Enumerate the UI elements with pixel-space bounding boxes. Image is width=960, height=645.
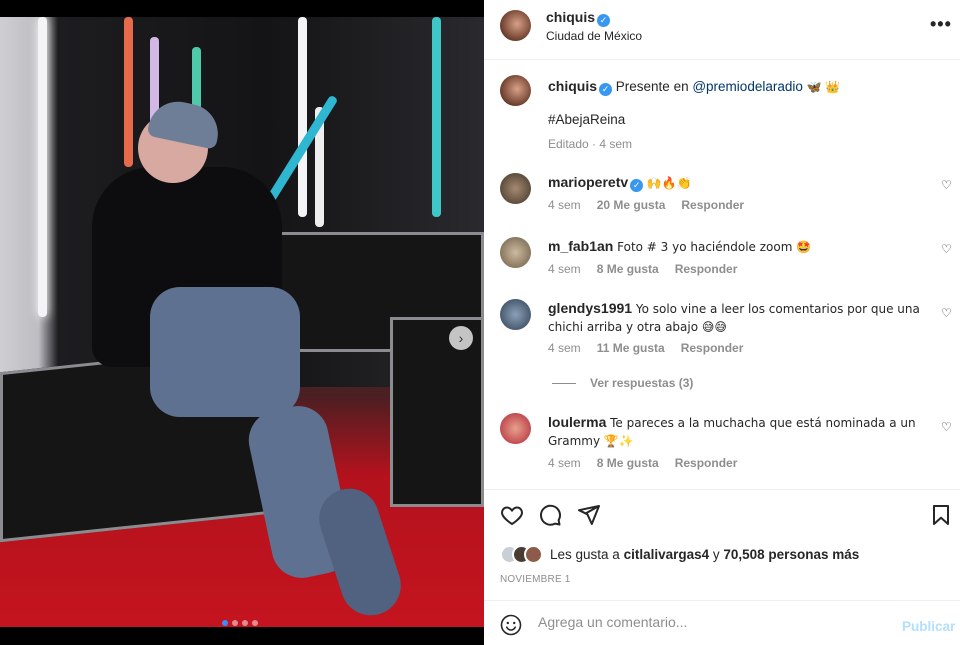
- author-avatar[interactable]: [500, 10, 531, 41]
- like-comment-heart-icon[interactable]: ♡: [941, 420, 952, 434]
- liker-avatar: [524, 545, 543, 564]
- reply-button[interactable]: Responder: [681, 341, 744, 355]
- next-slide-button[interactable]: ›: [449, 326, 473, 350]
- verified-badge-icon: ✓: [597, 14, 611, 27]
- bookmark-icon[interactable]: [930, 503, 952, 527]
- carousel-dot: [222, 620, 228, 626]
- comment-body: 🙌🔥👏: [646, 176, 692, 190]
- view-replies-label[interactable]: Ver respuestas (3): [590, 376, 693, 390]
- comment-composer: Publicar: [484, 600, 960, 645]
- post-header: chiquis ✓ Ciudad de México •••: [484, 0, 960, 60]
- comment-likes[interactable]: 8 Me gusta: [597, 456, 659, 470]
- light-tube: [38, 17, 47, 317]
- likes-count[interactable]: 70,508 personas más: [723, 547, 859, 562]
- share-paper-plane-icon[interactable]: [577, 503, 601, 527]
- jeans: [150, 287, 300, 417]
- author-avatar[interactable]: [500, 75, 531, 106]
- post-date[interactable]: NOVIEMBRE 1: [500, 574, 571, 585]
- commenter-avatar[interactable]: [500, 173, 531, 204]
- replies-line: [552, 383, 576, 385]
- light-tube: [298, 17, 307, 217]
- comment-meta: 4 sem 8 Me gusta Responder: [548, 262, 737, 276]
- liker-username[interactable]: citlalivargas4: [624, 547, 710, 562]
- likes-middle: y: [709, 547, 724, 562]
- like-heart-icon[interactable]: [500, 503, 524, 527]
- commenter-username[interactable]: loulerma: [548, 414, 606, 430]
- comment-meta: 4 sem 11 Me gusta Responder: [548, 341, 743, 355]
- author-username[interactable]: chiquis ✓: [546, 9, 611, 27]
- post-modal: › chiquis ✓ Ciudad de México ••• chiquis ✓…: [0, 0, 960, 645]
- comment-input[interactable]: [538, 614, 878, 630]
- like-comment-heart-icon[interactable]: ♡: [941, 306, 952, 320]
- author-username-text[interactable]: chiquis: [546, 9, 595, 25]
- comment-likes[interactable]: 20 Me gusta: [597, 198, 666, 212]
- carousel-dot: [232, 620, 238, 626]
- comment-likes[interactable]: 8 Me gusta: [597, 262, 659, 276]
- carousel-dots: [222, 620, 258, 626]
- commenter-username[interactable]: marioperetv: [548, 174, 628, 190]
- reply-button[interactable]: Responder: [675, 262, 738, 276]
- comment-meta: 4 sem 20 Me gusta Responder: [548, 198, 744, 212]
- comment-bubble-icon[interactable]: [538, 503, 562, 527]
- comment-age: 4 sem: [548, 341, 581, 355]
- commenter-username[interactable]: m_fab1an: [548, 238, 613, 254]
- post-photo[interactable]: ›: [0, 17, 484, 627]
- commenter-avatar[interactable]: [500, 299, 531, 330]
- verified-badge-icon: ✓: [630, 179, 644, 192]
- carousel-dot: [242, 620, 248, 626]
- caption-text: chiquis ✓ Presente en @premiodelaradio 🦋 …: [548, 77, 928, 96]
- post-actions: Les gusta a citlalivargas4 y 70,508 pers…: [484, 489, 960, 599]
- view-replies-button[interactable]: Ver respuestas (3): [552, 376, 693, 390]
- more-options-icon[interactable]: •••: [930, 14, 952, 35]
- reply-button[interactable]: Responder: [681, 198, 744, 212]
- comment-meta: 4 sem 8 Me gusta Responder: [548, 456, 737, 470]
- emoji-picker-icon[interactable]: [500, 614, 522, 636]
- carousel-dot: [252, 620, 258, 626]
- light-tube: [124, 17, 133, 167]
- caption-meta: Editado · 4 sem: [548, 137, 633, 151]
- comments-section[interactable]: chiquis ✓ Presente en @premiodelaradio 🦋 …: [484, 61, 960, 488]
- comment-text: m_fab1an Foto # 3 yo haciéndole zoom 🤩: [548, 237, 928, 256]
- reply-button[interactable]: Responder: [675, 456, 738, 470]
- like-comment-heart-icon[interactable]: ♡: [941, 178, 952, 192]
- commenter-avatar[interactable]: [500, 413, 531, 444]
- light-tube: [432, 17, 441, 217]
- comment-likes[interactable]: 11 Me gusta: [597, 341, 665, 355]
- mention-link[interactable]: @premiodelaradio: [692, 79, 803, 94]
- comment-age: 4 sem: [548, 198, 581, 212]
- hashtag-link[interactable]: #AbejaReina: [548, 111, 928, 129]
- caption-emojis: 🦋 👑: [806, 80, 841, 94]
- likes-text: Les gusta a citlalivargas4 y 70,508 pers…: [550, 547, 859, 562]
- likes-summary: Les gusta a citlalivargas4 y 70,508 pers…: [500, 545, 859, 564]
- comment-text: marioperetv ✓ 🙌🔥👏: [548, 173, 928, 192]
- post-sidebar: chiquis ✓ Ciudad de México ••• chiquis ✓ P…: [484, 0, 960, 645]
- post-location[interactable]: Ciudad de México: [546, 29, 642, 43]
- comment-text: loulerma Te pareces a la muchacha que es…: [548, 413, 928, 450]
- comment-age: 4 sem: [548, 456, 581, 470]
- likes-prefix: Les gusta a: [550, 547, 624, 562]
- like-comment-heart-icon[interactable]: ♡: [941, 242, 952, 256]
- verified-badge-icon: ✓: [599, 83, 613, 96]
- caption-prefix: Presente en: [615, 79, 693, 94]
- commenter-username[interactable]: glendys1991: [548, 300, 632, 316]
- comment-age: 4 sem: [548, 262, 581, 276]
- comment-text: glendys1991 Yo solo vine a leer los come…: [548, 299, 928, 336]
- comment-body: Foto # 3 yo haciéndole zoom 🤩: [617, 240, 812, 254]
- publish-button[interactable]: Publicar: [902, 619, 955, 634]
- caption-author[interactable]: chiquis: [548, 78, 597, 94]
- commenter-avatar[interactable]: [500, 237, 531, 268]
